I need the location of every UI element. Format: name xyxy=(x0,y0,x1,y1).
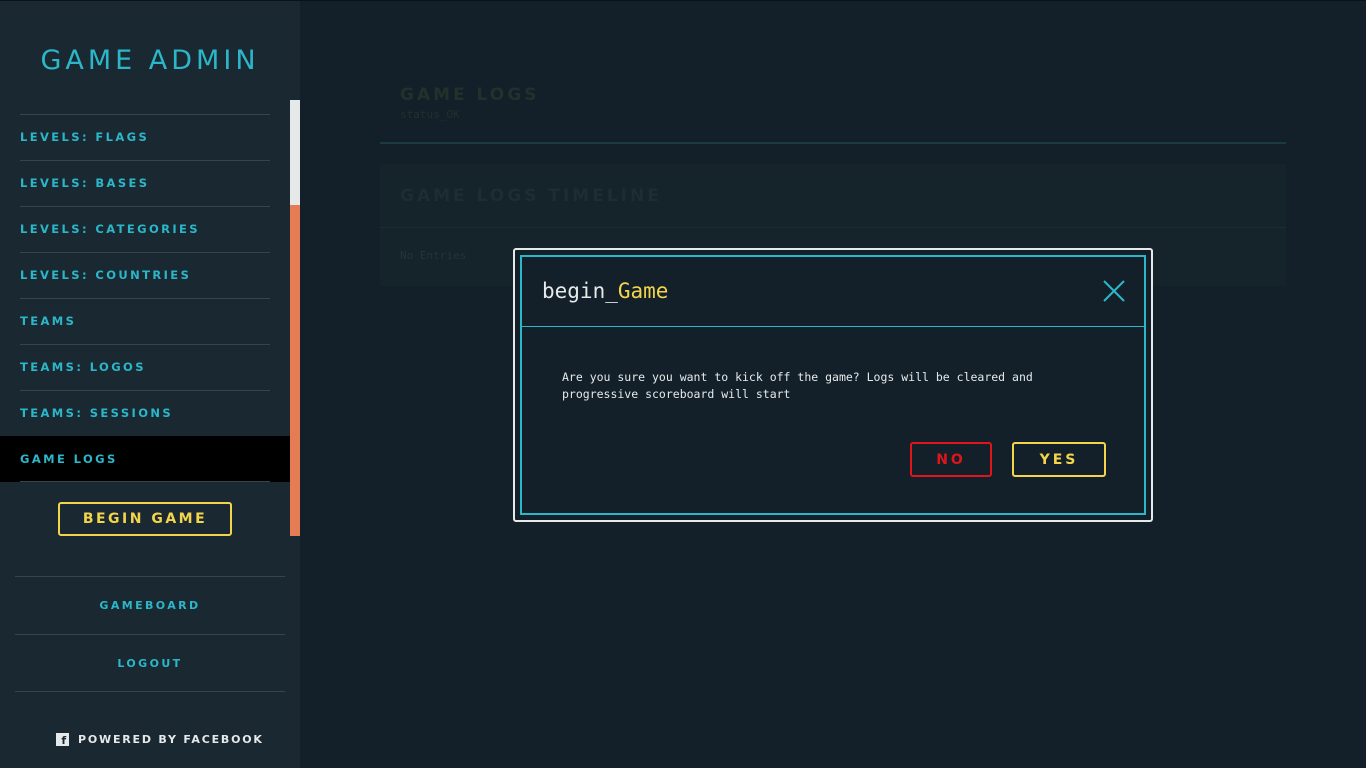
sidebar-item-label: LEVELS: BASES xyxy=(20,176,150,190)
modal-title-suffix: Game xyxy=(617,279,669,303)
gameboard-label: GAMEBOARD xyxy=(99,599,201,612)
sidebar-item-levels-bases[interactable]: LEVELS: BASES xyxy=(0,160,290,206)
sidebar-item-label: TEAMS: LOGOS xyxy=(20,360,146,374)
sidebar-item-teams[interactable]: TEAMS xyxy=(0,298,290,344)
modal-frame: begin_Game Are you sure you want to kick… xyxy=(520,255,1146,515)
sidebar-item-teams-logos[interactable]: TEAMS: LOGOS xyxy=(0,344,290,390)
modal-title: begin_Game xyxy=(542,279,668,303)
close-icon[interactable] xyxy=(1102,279,1126,303)
sidebar-item-label: TEAMS xyxy=(20,314,77,328)
facebook-icon: f xyxy=(56,733,69,746)
sidebar-scrollbar[interactable] xyxy=(290,100,300,536)
sidebar-item-levels-countries[interactable]: LEVELS: COUNTRIES xyxy=(0,252,290,298)
page-title: GAME LOGS xyxy=(400,85,540,105)
sidebar-item-label: LEVELS: FLAGS xyxy=(20,130,150,144)
sidebar-item-levels-flags[interactable]: LEVELS: FLAGS xyxy=(0,114,290,160)
sidebar-item-levels-categories[interactable]: LEVELS: CATEGORIES xyxy=(0,206,290,252)
timeline-empty-text: No Entries xyxy=(400,249,467,262)
no-button[interactable]: NO xyxy=(910,442,992,477)
sidebar-bottom-nav: GAMEBOARD LOGOUT xyxy=(15,576,285,692)
sidebar-nav: LEVELS: FLAGS LEVELS: BASES LEVELS: CATE… xyxy=(0,114,290,482)
sidebar-item-label: GAME LOGS xyxy=(20,452,118,466)
powered-by-label: POWERED BY FACEBOOK xyxy=(78,733,264,746)
logout-label: LOGOUT xyxy=(117,656,183,670)
scrollbar-thumb[interactable] xyxy=(290,100,300,205)
timeline-divider xyxy=(380,227,1286,228)
begin-game-button[interactable]: BEGIN GAME xyxy=(58,502,232,536)
sidebar-item-game-logs[interactable]: GAME LOGS xyxy=(0,436,290,482)
sidebar-item-teams-sessions[interactable]: TEAMS: SESSIONS xyxy=(0,390,290,436)
modal-title-prefix: begin_ xyxy=(542,279,618,303)
sidebar-item-label: LEVELS: CATEGORIES xyxy=(20,222,200,236)
yes-button[interactable]: YES xyxy=(1012,442,1106,477)
modal-header: begin_Game xyxy=(522,257,1144,327)
logout-link[interactable]: LOGOUT xyxy=(15,634,285,692)
status-text: status_OK xyxy=(400,108,460,121)
sidebar-item-label: LEVELS: COUNTRIES xyxy=(20,268,192,282)
gameboard-link[interactable]: GAMEBOARD xyxy=(15,576,285,634)
begin-game-modal: begin_Game Are you sure you want to kick… xyxy=(513,248,1153,522)
modal-message: Are you sure you want to kick off the ga… xyxy=(562,370,1033,401)
sidebar-item-label: TEAMS: SESSIONS xyxy=(20,406,174,420)
page-header: GAME LOGS status_OK xyxy=(380,74,1286,144)
powered-by-link[interactable]: f POWERED BY FACEBOOK xyxy=(56,733,264,746)
brand-title: GAME ADMIN xyxy=(40,45,260,76)
sidebar: GAME ADMIN LEVELS: FLAGS LEVELS: BASES L… xyxy=(0,1,300,768)
timeline-title: GAME LOGS TIMELINE xyxy=(400,186,662,206)
